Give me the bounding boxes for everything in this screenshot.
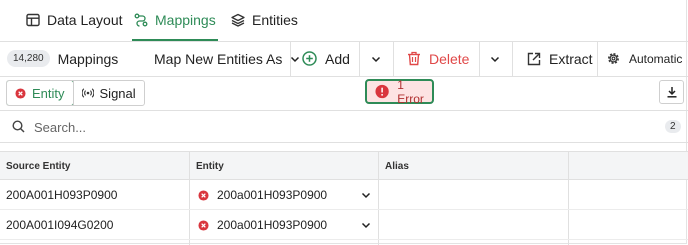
- error-x-icon: [198, 219, 209, 231]
- chevron-down-icon: [291, 56, 300, 62]
- automatic-label: Automatic: [629, 51, 683, 66]
- mappings-icon: [134, 13, 148, 27]
- column-header-entity[interactable]: Entity: [196, 152, 224, 180]
- table-icon: [26, 13, 40, 27]
- tab-bar: Data Layout Mappings Entities: [0, 0, 688, 42]
- delete-button[interactable]: Delete: [407, 41, 469, 76]
- error-count-badge[interactable]: 1 Error: [365, 77, 434, 106]
- divider: [290, 41, 291, 76]
- count-badge: 14,280: [7, 50, 50, 67]
- count-label: Mappings: [57, 50, 119, 67]
- download-button[interactable]: [659, 80, 684, 104]
- gear-icon: [608, 53, 619, 64]
- tab-mappings[interactable]: Mappings: [132, 0, 218, 41]
- layers-icon: [231, 13, 245, 27]
- add-button[interactable]: Add: [302, 41, 350, 76]
- download-icon: [667, 87, 676, 98]
- plus-circle-icon: [302, 51, 317, 66]
- chevron-down-icon[interactable]: [361, 220, 371, 230]
- column-header-alias[interactable]: Alias: [385, 152, 409, 180]
- tab-entities[interactable]: Entities: [231, 0, 298, 40]
- entity-value: 200a001H093P0900: [217, 188, 328, 202]
- dropdown-label: Map New Entities As: [154, 50, 283, 67]
- chevron-down-icon: [490, 56, 500, 62]
- tab-label: Entities: [252, 12, 298, 28]
- entity-value: 200a001H093P0900: [217, 218, 328, 232]
- entity-select[interactable]: 200a001H093P0900: [198, 180, 327, 210]
- error-x-icon: [15, 87, 26, 99]
- tab-label: Mappings: [155, 12, 216, 28]
- chevron-down-icon: [371, 56, 381, 62]
- signal-filter-label: Signal: [99, 85, 136, 101]
- error-count-label: 1 Error: [397, 77, 424, 106]
- extract-button[interactable]: Extract: [527, 41, 593, 76]
- entity-filter-button[interactable]: Entity: [6, 81, 74, 105]
- search-icon: [12, 120, 25, 133]
- search-input[interactable]: [32, 115, 596, 139]
- source-entity-cell: 200A001I094G0200: [6, 218, 114, 232]
- add-options-button[interactable]: [371, 41, 381, 76]
- delete-label: Delete: [429, 50, 470, 67]
- external-link-icon: [527, 52, 541, 65]
- error-x-icon: [198, 189, 209, 201]
- add-label: Add: [325, 50, 350, 67]
- filter-row: Entity Signal 1 Error: [0, 77, 688, 108]
- column-header-source-entity[interactable]: Source Entity: [6, 152, 70, 180]
- divider: [512, 41, 513, 76]
- toolbar: 14,280 Mappings Map New Entities As Add …: [0, 41, 688, 77]
- mappings-count: 14,280 Mappings: [7, 41, 118, 76]
- tab-data-layout[interactable]: Data Layout: [26, 0, 123, 40]
- table-row[interactable]: 200A001I094G0200 200a001H093P0900: [0, 210, 688, 240]
- trash-icon: [408, 51, 420, 66]
- table-row[interactable]: 200A001H093P0900 200a001H093P0900: [0, 180, 688, 210]
- divider: [393, 41, 394, 76]
- search-bar: 2: [0, 110, 688, 143]
- entity-select[interactable]: 200a001H093P0900: [198, 210, 327, 240]
- divider: [597, 41, 598, 76]
- signal-icon: [81, 88, 94, 98]
- automatic-button[interactable]: Automatic: [606, 41, 682, 76]
- divider: [479, 41, 480, 76]
- delete-options-button[interactable]: [490, 41, 500, 76]
- map-new-entities-dropdown[interactable]: Map New Entities As: [154, 41, 300, 76]
- mappings-grid: Source Entity Entity Alias 200A001H093P0…: [0, 151, 688, 245]
- extract-label: Extract: [549, 50, 593, 67]
- chevron-down-icon[interactable]: [361, 190, 371, 200]
- entity-filter-label: Entity: [32, 85, 65, 101]
- alert-circle-icon: [375, 84, 389, 99]
- tab-label: Data Layout: [47, 12, 123, 28]
- source-entity-cell: 200A001H093P0900: [6, 188, 118, 202]
- view-toggle: Entity Signal: [6, 80, 145, 106]
- result-count-badge: 2: [665, 120, 681, 133]
- signal-filter-button[interactable]: Signal: [72, 81, 144, 105]
- grid-header: Source Entity Entity Alias: [0, 151, 688, 180]
- divider: [359, 41, 360, 76]
